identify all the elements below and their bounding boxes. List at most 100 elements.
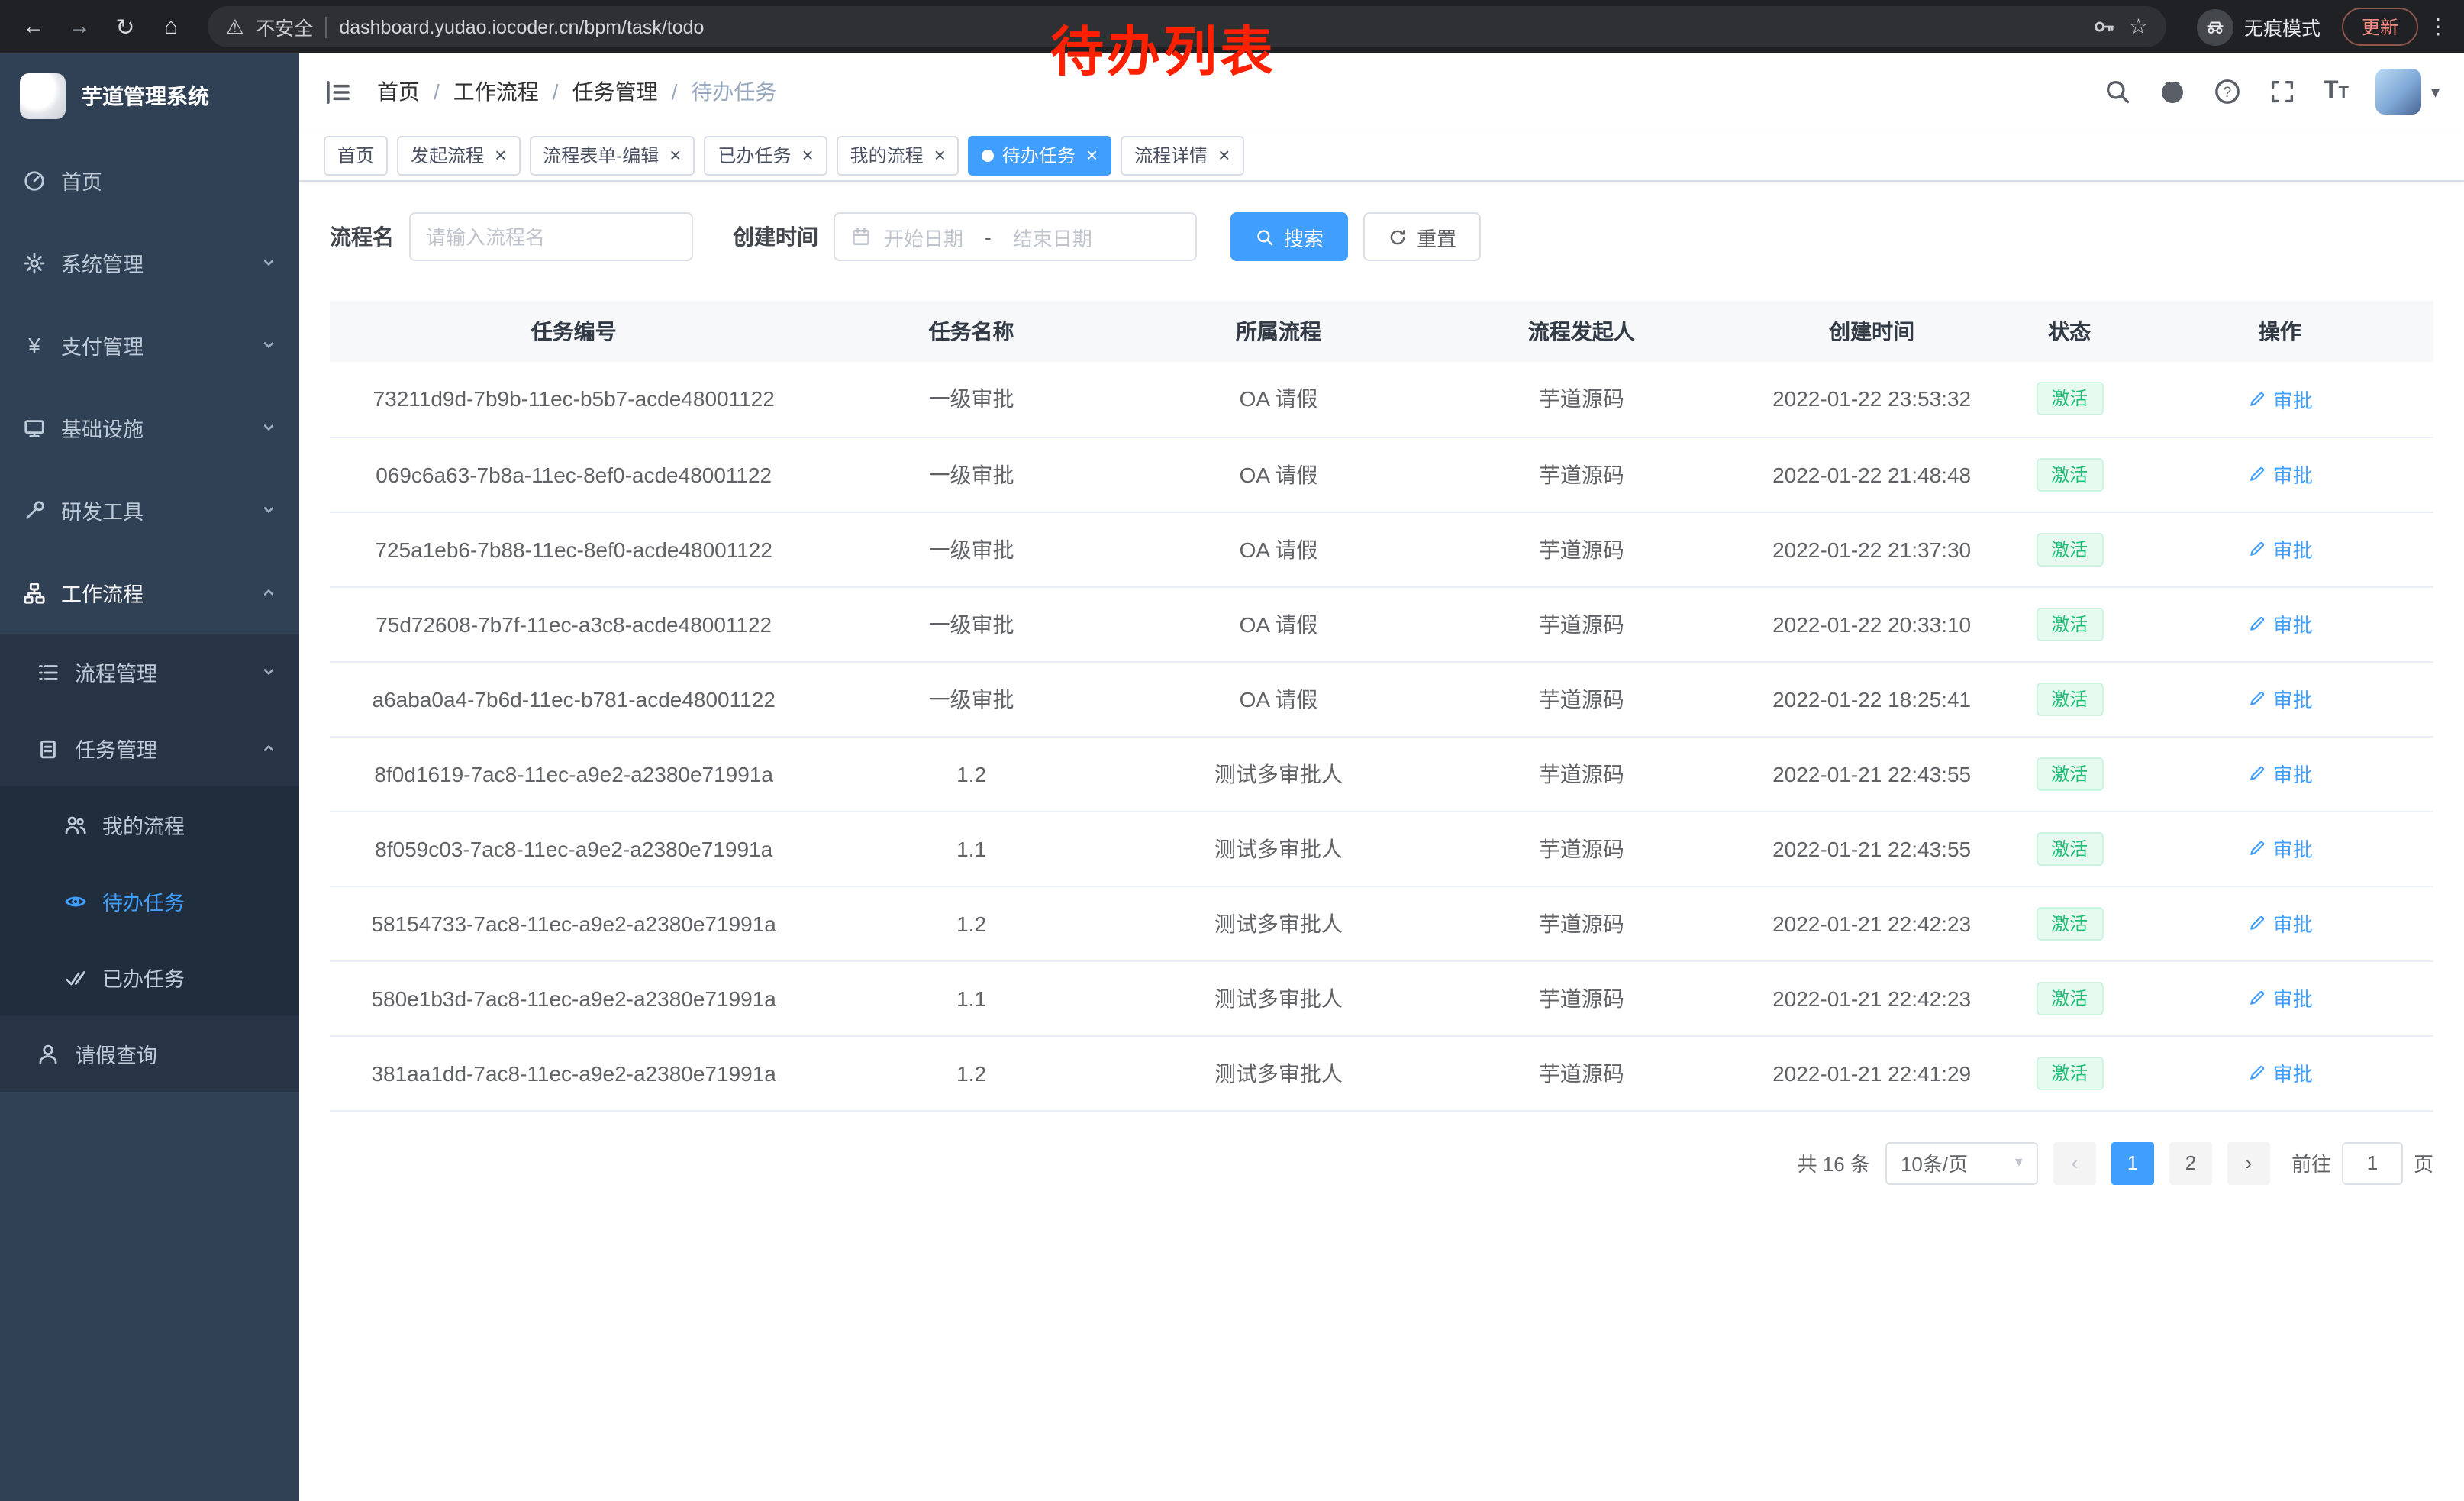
tab-close-icon[interactable]: × — [495, 145, 506, 165]
browser-reload-icon[interactable]: ↻ — [107, 13, 144, 40]
sidebar-item-payment[interactable]: ¥ 支付管理 — [0, 304, 299, 386]
approve-link[interactable]: 审批 — [2247, 909, 2313, 938]
sidebar-item-my-process[interactable]: 我的流程 — [0, 786, 299, 863]
avatar[interactable] — [2376, 69, 2422, 115]
total-count: 共 16 条 — [1798, 1148, 1870, 1177]
pen-icon — [2247, 763, 2267, 783]
process-name-input[interactable] — [409, 212, 693, 261]
address-bar[interactable]: ⚠ 不安全 dashboard.yudao.iocoder.cn/bpm/tas… — [208, 6, 2166, 47]
tab-close-icon[interactable]: × — [801, 145, 813, 165]
process-initiator: 芋道源码 — [1432, 736, 1730, 811]
approve-link[interactable]: 审批 — [2247, 684, 2313, 713]
approve-link[interactable]: 审批 — [2247, 534, 2313, 563]
browser-home-icon[interactable]: ⌂ — [153, 14, 189, 40]
sidebar-item-devtools[interactable]: 研发工具 — [0, 469, 299, 551]
app-logo[interactable]: 芋道管理系统 — [0, 53, 299, 139]
tab-close-icon[interactable]: × — [1086, 145, 1098, 165]
fullscreen-icon[interactable] — [2269, 78, 2296, 105]
date-range-picker[interactable]: 开始日期 - 结束日期 — [834, 212, 1197, 261]
tab-1[interactable]: 首页 — [324, 135, 388, 175]
tab-7[interactable]: 流程详情 × — [1121, 135, 1243, 175]
tab-close-icon[interactable]: × — [1218, 145, 1230, 165]
task-name: 一级审批 — [818, 661, 1124, 736]
approve-link[interactable]: 审批 — [2247, 759, 2313, 788]
browser-forward-icon[interactable]: → — [61, 14, 98, 40]
tab-2[interactable]: 发起流程 × — [397, 135, 520, 175]
table-row: a6aba0a4-7b6d-11ec-b781-acde48001122一级审批… — [330, 661, 2433, 736]
sidebar-toggle-icon[interactable] — [324, 77, 353, 106]
breadcrumb-task-management[interactable]: 任务管理 — [572, 76, 658, 107]
breadcrumb-home[interactable]: 首页 — [377, 76, 420, 107]
top-navbar: 首页 / 工作流程 / 任务管理 / 待办任务 — [299, 53, 2464, 130]
next-page-button[interactable]: › — [2227, 1141, 2270, 1184]
tab-close-icon[interactable]: × — [934, 145, 946, 165]
tab-label: 流程详情 — [1134, 142, 1208, 168]
task-name: 1.1 — [818, 811, 1124, 886]
browser-menu-icon[interactable]: ⋮ — [2427, 14, 2449, 40]
todo-task-page: 流程名 创建时间 开始日期 - 结束日期 — [299, 182, 2464, 1184]
process-initiator: 芋道源码 — [1432, 1035, 1730, 1110]
sidebar-item-task-management[interactable]: 任务管理 — [0, 710, 299, 786]
sidebar-item-infrastructure[interactable]: 基础设施 — [0, 386, 299, 469]
tab-4[interactable]: 已办任务 × — [704, 135, 827, 175]
page-size-select[interactable]: 10条/页 ▾ — [1885, 1141, 2038, 1184]
reset-button[interactable]: 重置 — [1363, 212, 1481, 261]
sidebar-item-home[interactable]: 首页 — [0, 139, 299, 221]
create-time: 2022-01-21 22:41:29 — [1730, 1035, 2012, 1110]
sidebar-item-leave-query[interactable]: 请假查询 — [0, 1015, 299, 1092]
process-initiator: 芋道源码 — [1432, 886, 1730, 960]
process-name: 测试多审批人 — [1125, 736, 1432, 811]
table-row: 73211d9d-7b9b-11ec-b5b7-acde48001122一级审批… — [330, 362, 2433, 437]
tab-label: 已办任务 — [718, 142, 791, 168]
tab-label: 待办任务 — [1002, 142, 1076, 168]
approve-link[interactable]: 审批 — [2247, 1058, 2313, 1087]
github-icon[interactable] — [2159, 78, 2186, 105]
browser-toolbar: ← → ↻ ⌂ ⚠ 不安全 dashboard.yudao.iocoder.cn… — [0, 0, 2464, 53]
table-row: 8f0d1619-7ac8-11ec-a9e2-a2380e71991a1.2测… — [330, 736, 2433, 811]
breadcrumb-workflow[interactable]: 工作流程 — [453, 76, 539, 107]
search-icon — [1255, 227, 1275, 247]
column-initiator: 流程发起人 — [1432, 301, 1730, 362]
tab-5[interactable]: 我的流程 × — [837, 135, 959, 175]
chevron-up-icon — [261, 741, 276, 756]
approve-link[interactable]: 审批 — [2247, 460, 2313, 489]
process-name: 测试多审批人 — [1125, 811, 1432, 886]
bookmark-star-icon[interactable]: ☆ — [2129, 14, 2148, 40]
sidebar-item-todo-task[interactable]: 待办任务 — [0, 863, 299, 939]
tab-6[interactable]: 待办任务 × — [969, 135, 1111, 175]
tab-label: 发起流程 — [411, 142, 484, 168]
browser-back-icon[interactable]: ← — [15, 14, 52, 40]
page-button-1[interactable]: 1 — [2111, 1141, 2154, 1184]
goto-page-input[interactable] — [2342, 1141, 2403, 1184]
approve-link[interactable]: 审批 — [2247, 983, 2313, 1012]
task-id: 069c6a63-7b8a-11ec-8ef0-acde48001122 — [330, 437, 818, 512]
page-button-2[interactable]: 2 — [2169, 1141, 2212, 1184]
sidebar-item-workflow[interactable]: 工作流程 — [0, 551, 299, 634]
process-name: OA 请假 — [1125, 512, 1432, 586]
password-key-icon[interactable] — [2094, 15, 2117, 38]
table-row: 58154733-7ac8-11ec-a9e2-a2380e71991a1.2测… — [330, 886, 2433, 960]
search-button[interactable]: 搜索 — [1230, 212, 1348, 261]
user-menu[interactable]: ▾ — [2376, 69, 2440, 115]
chevron-down-icon — [261, 664, 276, 679]
sidebar-item-process-management[interactable]: 流程管理 — [0, 634, 299, 710]
tab-label: 首页 — [337, 142, 374, 168]
tab-3[interactable]: 流程表单-编辑× — [529, 135, 695, 175]
tab-label: 我的流程 — [850, 142, 924, 168]
approve-link[interactable]: 审批 — [2247, 609, 2313, 638]
chrome-update-button[interactable]: 更新 — [2342, 8, 2418, 46]
yen-icon: ¥ — [23, 333, 46, 357]
task-id: 73211d9d-7b9b-11ec-b5b7-acde48001122 — [330, 362, 818, 437]
approve-link[interactable]: 审批 — [2247, 834, 2313, 863]
search-icon[interactable] — [2104, 78, 2131, 105]
tab-close-icon[interactable]: × — [669, 145, 681, 165]
sidebar-item-system[interactable]: 系统管理 — [0, 221, 299, 304]
help-question-icon[interactable]: ? — [2214, 78, 2241, 105]
table-row: 580e1b3d-7ac8-11ec-a9e2-a2380e71991a1.1测… — [330, 960, 2433, 1035]
column-status: 状态 — [2013, 301, 2127, 362]
font-size-icon[interactable]: TT — [2324, 79, 2349, 104]
prev-page-button[interactable]: ‹ — [2053, 1141, 2096, 1184]
approve-link[interactable]: 审批 — [2247, 385, 2313, 414]
create-time: 2022-01-21 22:42:23 — [1730, 886, 2012, 960]
sidebar-item-done-task[interactable]: 已办任务 — [0, 939, 299, 1015]
